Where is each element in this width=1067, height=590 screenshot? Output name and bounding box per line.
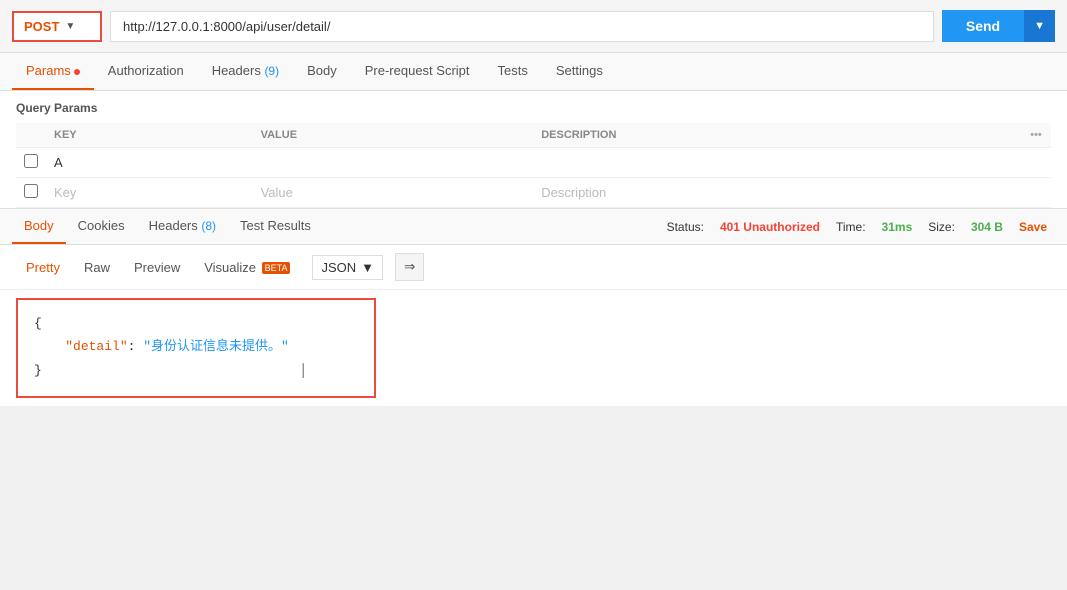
status-label: Status: <box>667 220 704 234</box>
url-bar: POST ▼ Send ▼ <box>0 0 1067 53</box>
format-dropdown-value: JSON <box>321 260 356 275</box>
query-params-title: Query Params <box>16 101 1051 115</box>
tab-params[interactable]: Params <box>12 53 94 90</box>
method-text: POST <box>24 19 59 34</box>
format-tab-pretty[interactable]: Pretty <box>16 255 70 280</box>
format-dropdown-chevron-icon: ▼ <box>361 260 374 275</box>
json-output-wrapper: { "detail": "身份认证信息未提供。" } │ <box>0 290 1067 406</box>
tab-headers[interactable]: Headers (9) <box>198 53 293 90</box>
wrap-button[interactable]: ⇒ <box>395 253 424 281</box>
row-more-2[interactable] <box>1021 178 1051 208</box>
row-key-1[interactable]: A <box>46 148 253 178</box>
response-headers-badge: (8) <box>201 219 216 233</box>
bottom-area <box>0 406 1067 590</box>
format-tab-preview[interactable]: Preview <box>124 255 190 280</box>
json-line-2: "detail": "身份认证信息未提供。" <box>34 335 358 358</box>
params-table: KEY VALUE DESCRIPTION ••• A <box>16 123 1051 208</box>
tab-authorization[interactable]: Authorization <box>94 53 198 90</box>
url-input[interactable] <box>110 11 934 42</box>
send-button[interactable]: Send <box>942 10 1024 42</box>
col-more: ••• <box>1021 123 1051 148</box>
col-checkbox <box>16 123 46 148</box>
json-value: "身份认证信息未提供。" <box>143 339 289 354</box>
row-key-placeholder[interactable]: Key <box>46 178 253 208</box>
method-dropdown[interactable]: POST ▼ <box>12 11 102 42</box>
json-key: "detail" <box>65 339 127 354</box>
query-params-section: Query Params KEY VALUE DESCRIPTION ••• A <box>0 91 1067 208</box>
params-dot <box>74 69 80 75</box>
table-row: A <box>16 148 1051 178</box>
tab-settings[interactable]: Settings <box>542 53 617 90</box>
cursor-icon: │ <box>299 363 307 378</box>
size-label: Size: <box>928 220 955 234</box>
json-line-3: } │ <box>34 359 358 382</box>
tab-prerequest[interactable]: Pre-request Script <box>351 53 484 90</box>
time-label: Time: <box>836 220 866 234</box>
json-line-1: { <box>34 312 358 335</box>
json-output: { "detail": "身份认证信息未提供。" } │ <box>16 298 376 398</box>
row-value-placeholder[interactable]: Value <box>253 178 534 208</box>
send-dropdown-button[interactable]: ▼ <box>1024 10 1055 42</box>
send-btn-group: Send ▼ <box>942 10 1055 42</box>
time-value: 31ms <box>882 220 913 234</box>
status-value: 401 Unauthorized <box>720 220 820 234</box>
tab-tests[interactable]: Tests <box>484 53 542 90</box>
row-desc-1[interactable] <box>533 148 1021 178</box>
response-section: Body Cookies Headers (8) Test Results St… <box>0 208 1067 406</box>
tab-cookies[interactable]: Cookies <box>66 209 137 244</box>
col-description: DESCRIPTION <box>533 123 1021 148</box>
tab-response-body[interactable]: Body <box>12 209 66 244</box>
col-key: KEY <box>46 123 253 148</box>
request-tabs: Params Authorization Headers (9) Body Pr… <box>0 53 1067 91</box>
method-chevron-icon: ▼ <box>65 21 75 32</box>
beta-badge: BETA <box>262 262 291 274</box>
row-checkbox-2[interactable] <box>24 184 38 198</box>
headers-badge: (9) <box>264 64 279 78</box>
size-value: 304 B <box>971 220 1003 234</box>
tab-body[interactable]: Body <box>293 53 351 90</box>
app-container: POST ▼ Send ▼ Params Authorization Heade… <box>0 0 1067 590</box>
format-dropdown[interactable]: JSON ▼ <box>312 255 383 280</box>
format-tab-visualize[interactable]: Visualize BETA <box>194 255 300 280</box>
response-tabs-bar: Body Cookies Headers (8) Test Results St… <box>0 209 1067 245</box>
response-body-toolbar: Pretty Raw Preview Visualize BETA JSON ▼… <box>0 245 1067 290</box>
row-desc-placeholder[interactable]: Description <box>533 178 1021 208</box>
row-value-1[interactable] <box>253 148 534 178</box>
tab-test-results[interactable]: Test Results <box>228 209 323 244</box>
response-status: Status: 401 Unauthorized Time: 31ms Size… <box>667 220 1055 234</box>
table-row: Key Value Description <box>16 178 1051 208</box>
tab-response-headers[interactable]: Headers (8) <box>137 209 228 244</box>
row-checkbox-1[interactable] <box>24 154 38 168</box>
col-value: VALUE <box>253 123 534 148</box>
row-more-1[interactable] <box>1021 148 1051 178</box>
format-tab-raw[interactable]: Raw <box>74 255 120 280</box>
save-response-link[interactable]: Save <box>1019 220 1047 234</box>
